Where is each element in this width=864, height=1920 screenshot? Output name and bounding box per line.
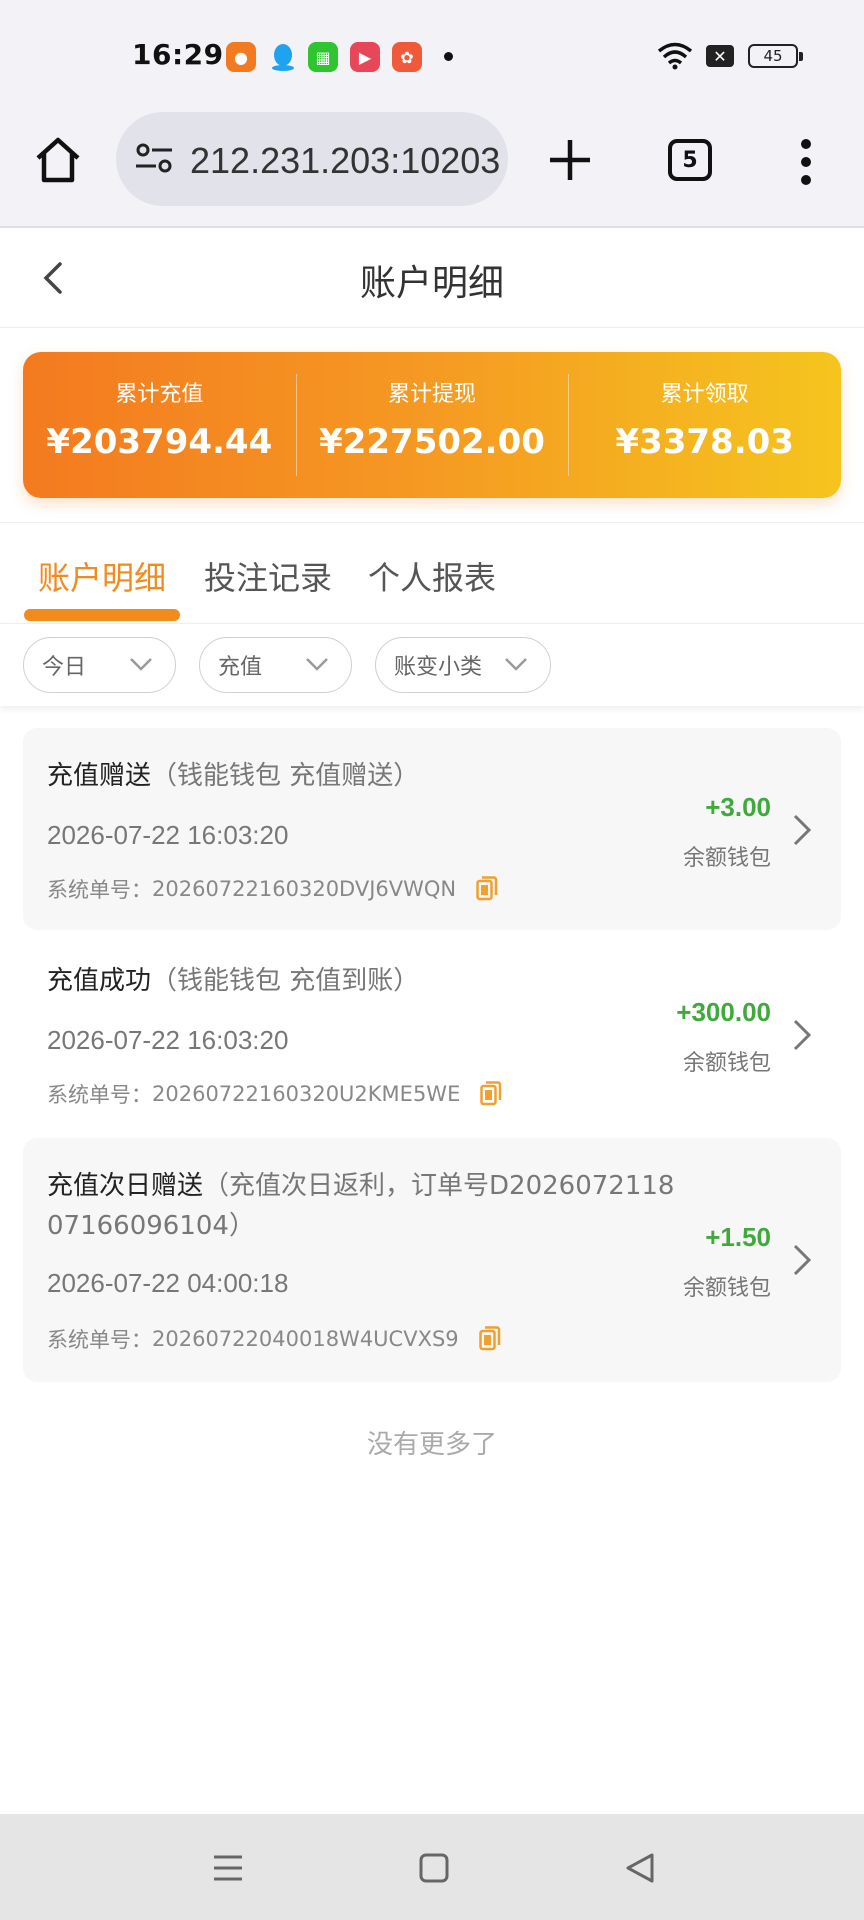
- chevron-down-icon: [505, 658, 527, 671]
- qq-icon: [268, 42, 298, 72]
- app-icon-1: ●: [226, 42, 256, 72]
- subtype-filter-select[interactable]: 账变小类: [375, 637, 551, 693]
- record-amount: +300.00: [676, 997, 771, 1027]
- record-time: 2026-07-22 16:03:20: [47, 1025, 289, 1055]
- chevron-right-icon: [793, 1019, 812, 1051]
- tab-switcher-button[interactable]: 5: [668, 139, 712, 181]
- summary-card: 累计充值 ¥203794.44 累计提现 ¥227502.00 累计领取 ¥33…: [23, 352, 841, 498]
- record-amount: +1.50: [705, 1222, 771, 1252]
- summary-label: 累计提现: [388, 382, 477, 407]
- summary-value: ¥227502.00: [319, 422, 545, 462]
- notification-dot-icon: [444, 52, 453, 61]
- page-header: 账户明细: [0, 230, 864, 328]
- type-filter-value: 充值: [218, 655, 263, 680]
- back-triangle-icon[interactable]: [620, 1848, 660, 1888]
- no-sim-icon: ✕: [706, 45, 734, 67]
- chevron-right-icon: [793, 1244, 812, 1276]
- summary-value: ¥203794.44: [46, 422, 273, 462]
- recents-menu-icon[interactable]: [208, 1848, 248, 1888]
- record-time: 2026-07-22 16:03:20: [47, 820, 289, 850]
- record-item[interactable]: 充值次日赠送（充值次日返利，订单号D2026072118071660961​04…: [23, 1138, 841, 1382]
- record-time: 2026-07-22 04:00:18: [47, 1268, 289, 1298]
- status-time: 16:29: [132, 38, 224, 71]
- record-amount: +3.00: [705, 792, 771, 822]
- site-settings-icon[interactable]: [134, 140, 174, 176]
- active-tab-indicator: [24, 609, 180, 621]
- browser-toolbar: 212.231.203:10203 5: [0, 108, 864, 228]
- copy-icon[interactable]: [476, 876, 498, 902]
- wifi-icon: [657, 42, 693, 70]
- record-item[interactable]: 充值赠送（钱能钱包 充值赠送） 2026-07-22 16:03:20 系统单号…: [23, 728, 841, 930]
- date-filter-value: 今日: [42, 655, 87, 680]
- record-order: 系统单号： 20260722160320DVJ6VWQN: [47, 874, 498, 904]
- system-nav-bar: [0, 1814, 864, 1920]
- app-icon-5: ✿: [392, 42, 422, 72]
- home-square-icon[interactable]: [414, 1848, 454, 1888]
- tab-bar: 账户明细 投注记录 个人报表: [0, 522, 864, 624]
- copy-icon[interactable]: [480, 1081, 502, 1107]
- url-bar[interactable]: 212.231.203:10203: [116, 112, 508, 206]
- record-item[interactable]: 充值成功（钱能钱包 充值到账） 2026-07-22 16:03:20 系统单号…: [23, 933, 841, 1135]
- copy-icon[interactable]: [478, 1326, 501, 1352]
- summary-total-claimed: 累计领取 ¥3378.03: [568, 352, 841, 498]
- record-title: 充值赠送（钱能钱包 充值赠送）: [47, 761, 420, 791]
- record-order: 系统单号： 20260722160320U2KME5WE: [47, 1079, 502, 1109]
- no-more-text: 没有更多了: [366, 1430, 497, 1460]
- page-title: 账户明细: [359, 263, 504, 304]
- tab-bet-records[interactable]: 投注记录: [204, 553, 332, 599]
- chevron-down-icon: [130, 658, 152, 671]
- video-icon: ▶: [350, 42, 380, 72]
- record-title: 充值次日赠送（充值次日返利，订单号D2026072118071660961​04…: [47, 1171, 675, 1241]
- summary-label: 累计领取: [660, 382, 749, 407]
- chevron-down-icon: [306, 658, 328, 671]
- record-wallet: 余额钱包: [682, 846, 771, 871]
- summary-label: 累计充值: [115, 382, 204, 407]
- date-filter-select[interactable]: 今日: [23, 637, 176, 693]
- status-bar: 16:29 ● ▦ ▶ ✿ ✕ 45: [0, 0, 864, 108]
- chevron-right-icon: [793, 814, 812, 846]
- summary-total-withdraw: 累计提现 ¥227502.00: [295, 352, 569, 498]
- new-tab-icon[interactable]: [548, 138, 592, 182]
- summary-total-recharge: 累计充值 ¥203794.44: [23, 352, 296, 498]
- app-icon-3: ▦: [308, 42, 338, 72]
- home-icon[interactable]: [30, 132, 86, 188]
- more-menu-icon[interactable]: [796, 138, 816, 186]
- record-wallet: 余额钱包: [682, 1051, 771, 1076]
- subtype-filter-value: 账变小类: [394, 655, 483, 680]
- record-wallet: 余额钱包: [682, 1276, 771, 1301]
- filter-bar: 今日 充值 账变小类: [0, 624, 864, 706]
- record-order: 系统单号： 20260722040018W4UCVXS9: [47, 1324, 501, 1354]
- summary-value: ¥3378.03: [615, 422, 794, 462]
- type-filter-select[interactable]: 充值: [199, 637, 352, 693]
- tab-account-details[interactable]: 账户明细: [38, 553, 166, 599]
- record-title: 充值成功（钱能钱包 充值到账）: [47, 966, 420, 996]
- battery-icon: 45: [748, 44, 803, 68]
- tab-personal-report[interactable]: 个人报表: [368, 553, 496, 599]
- url-text[interactable]: 212.231.203:10203: [190, 140, 500, 182]
